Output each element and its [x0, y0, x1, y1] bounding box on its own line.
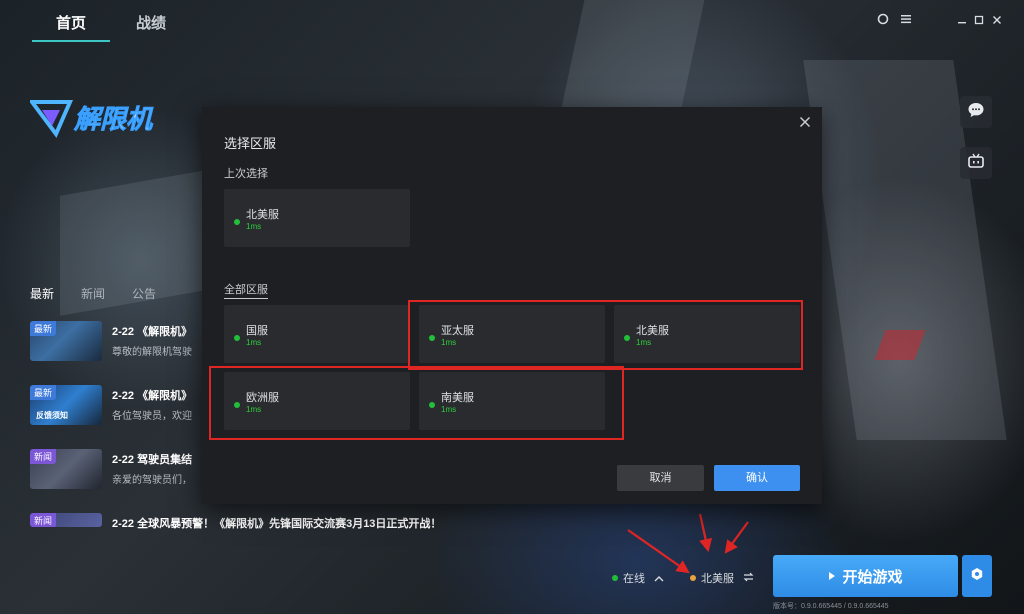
news-title: 2-22 全球风暴预警！《解限机》先锋国际交流赛3月13日正式开战！	[112, 518, 442, 530]
game-settings-button[interactable]	[962, 555, 992, 597]
server-ping: 1ms	[246, 222, 262, 231]
online-status[interactable]: 在线	[612, 570, 664, 586]
news-item[interactable]: 新闻 2-22 全球风暴预警！《解限机》先锋国际交流赛3月13日正式开战！	[30, 513, 470, 530]
server-ping: 1ms	[636, 338, 652, 347]
server-ping: 1ms	[246, 338, 262, 347]
server-ping: 1ms	[441, 338, 457, 347]
news-description: 各位驾驶员，欢迎	[112, 411, 192, 422]
news-description: 亲爱的驾驶员们，	[112, 475, 192, 486]
news-title: 2-22 驾驶员集结	[112, 454, 193, 466]
circle-icon[interactable]	[874, 12, 892, 30]
game-logo: 解限机	[28, 96, 180, 140]
top-navigation: 首页 战绩	[0, 0, 1024, 44]
start-game-button[interactable]: 开始游戏	[773, 555, 958, 597]
server-select-dialog: 选择区服 上次选择 北美服 1ms 全部区服 国服 1ms 亚太服 1ms 北美…	[202, 107, 822, 504]
server-status-dot	[234, 219, 240, 225]
menu-icon[interactable]	[897, 12, 915, 30]
play-icon	[828, 568, 836, 585]
close-icon[interactable]	[798, 116, 812, 130]
dialog-title: 选择区服	[224, 136, 277, 151]
tab-home[interactable]: 首页	[56, 12, 86, 33]
active-tab-indicator	[32, 40, 110, 42]
maximize-icon[interactable]	[970, 12, 988, 30]
news-tag: 新闻	[30, 513, 57, 527]
chat-button[interactable]	[960, 96, 992, 128]
server-name: 国服	[246, 325, 268, 337]
server-ping: 1ms	[246, 405, 262, 414]
version-label: 版本号：0.9.0.665445 / 0.9.0.665445	[773, 603, 889, 610]
server-name: 北美服	[636, 325, 669, 337]
server-dot	[690, 575, 696, 581]
gear-icon	[970, 567, 984, 586]
server-selector[interactable]: 北美服	[690, 570, 754, 586]
chevron-up-icon	[654, 573, 664, 585]
recent-selection-heading: 上次选择	[224, 168, 268, 180]
server-card[interactable]: 亚太服 1ms	[419, 305, 605, 363]
server-status-dot	[234, 335, 240, 341]
news-tag: 最新	[30, 385, 57, 400]
tab-news-latest[interactable]: 最新	[30, 285, 54, 302]
tab-news-announcements[interactable]: 公告	[132, 285, 156, 302]
news-tag: 新闻	[30, 449, 57, 464]
server-status-dot	[429, 402, 435, 408]
server-card[interactable]: 南美服 1ms	[419, 372, 605, 430]
bilibili-icon	[967, 152, 985, 175]
server-name: 南美服	[441, 392, 474, 404]
minimize-icon[interactable]	[953, 12, 971, 30]
all-servers-heading: 全部区服	[224, 281, 268, 299]
close-icon[interactable]	[988, 12, 1006, 30]
news-thumbnail: 最新	[30, 321, 102, 361]
server-status-dot	[234, 402, 240, 408]
confirm-button[interactable]: 确认	[714, 465, 800, 491]
chat-icon	[967, 101, 985, 124]
news-thumbnail: 新闻	[30, 449, 102, 489]
server-card-recent[interactable]: 北美服 1ms	[224, 189, 410, 247]
server-name: 欧洲服	[246, 392, 279, 404]
tab-stats[interactable]: 战绩	[136, 12, 166, 33]
news-thumbnail: 新闻	[30, 513, 102, 527]
server-ping: 1ms	[441, 405, 457, 414]
server-status-dot	[429, 335, 435, 341]
tab-news-news[interactable]: 新闻	[81, 285, 105, 302]
news-thumbnail-caption: 反馈须知	[36, 411, 68, 420]
swap-icon	[743, 572, 754, 585]
svg-text:解限机: 解限机	[73, 104, 154, 134]
server-card[interactable]: 国服 1ms	[224, 305, 410, 363]
cancel-button[interactable]: 取消	[617, 465, 704, 491]
server-selector-label: 北美服	[701, 573, 734, 585]
server-card[interactable]: 北美服 1ms	[614, 305, 800, 363]
start-game-label: 开始游戏	[842, 568, 903, 586]
bilibili-button[interactable]	[960, 147, 992, 179]
news-thumbnail: 最新 反馈须知	[30, 385, 102, 425]
online-dot	[612, 575, 618, 581]
news-title: 2-22 《解限机》	[112, 326, 193, 338]
server-card[interactable]: 欧洲服 1ms	[224, 372, 410, 430]
online-status-label: 在线	[623, 573, 645, 585]
news-title: 2-22 《解限机》	[112, 390, 193, 402]
news-tag: 最新	[30, 321, 57, 336]
server-name: 北美服	[246, 209, 279, 221]
server-name: 亚太服	[441, 325, 474, 337]
news-description: 尊敬的解限机驾驶	[112, 347, 192, 358]
server-status-dot	[624, 335, 630, 341]
